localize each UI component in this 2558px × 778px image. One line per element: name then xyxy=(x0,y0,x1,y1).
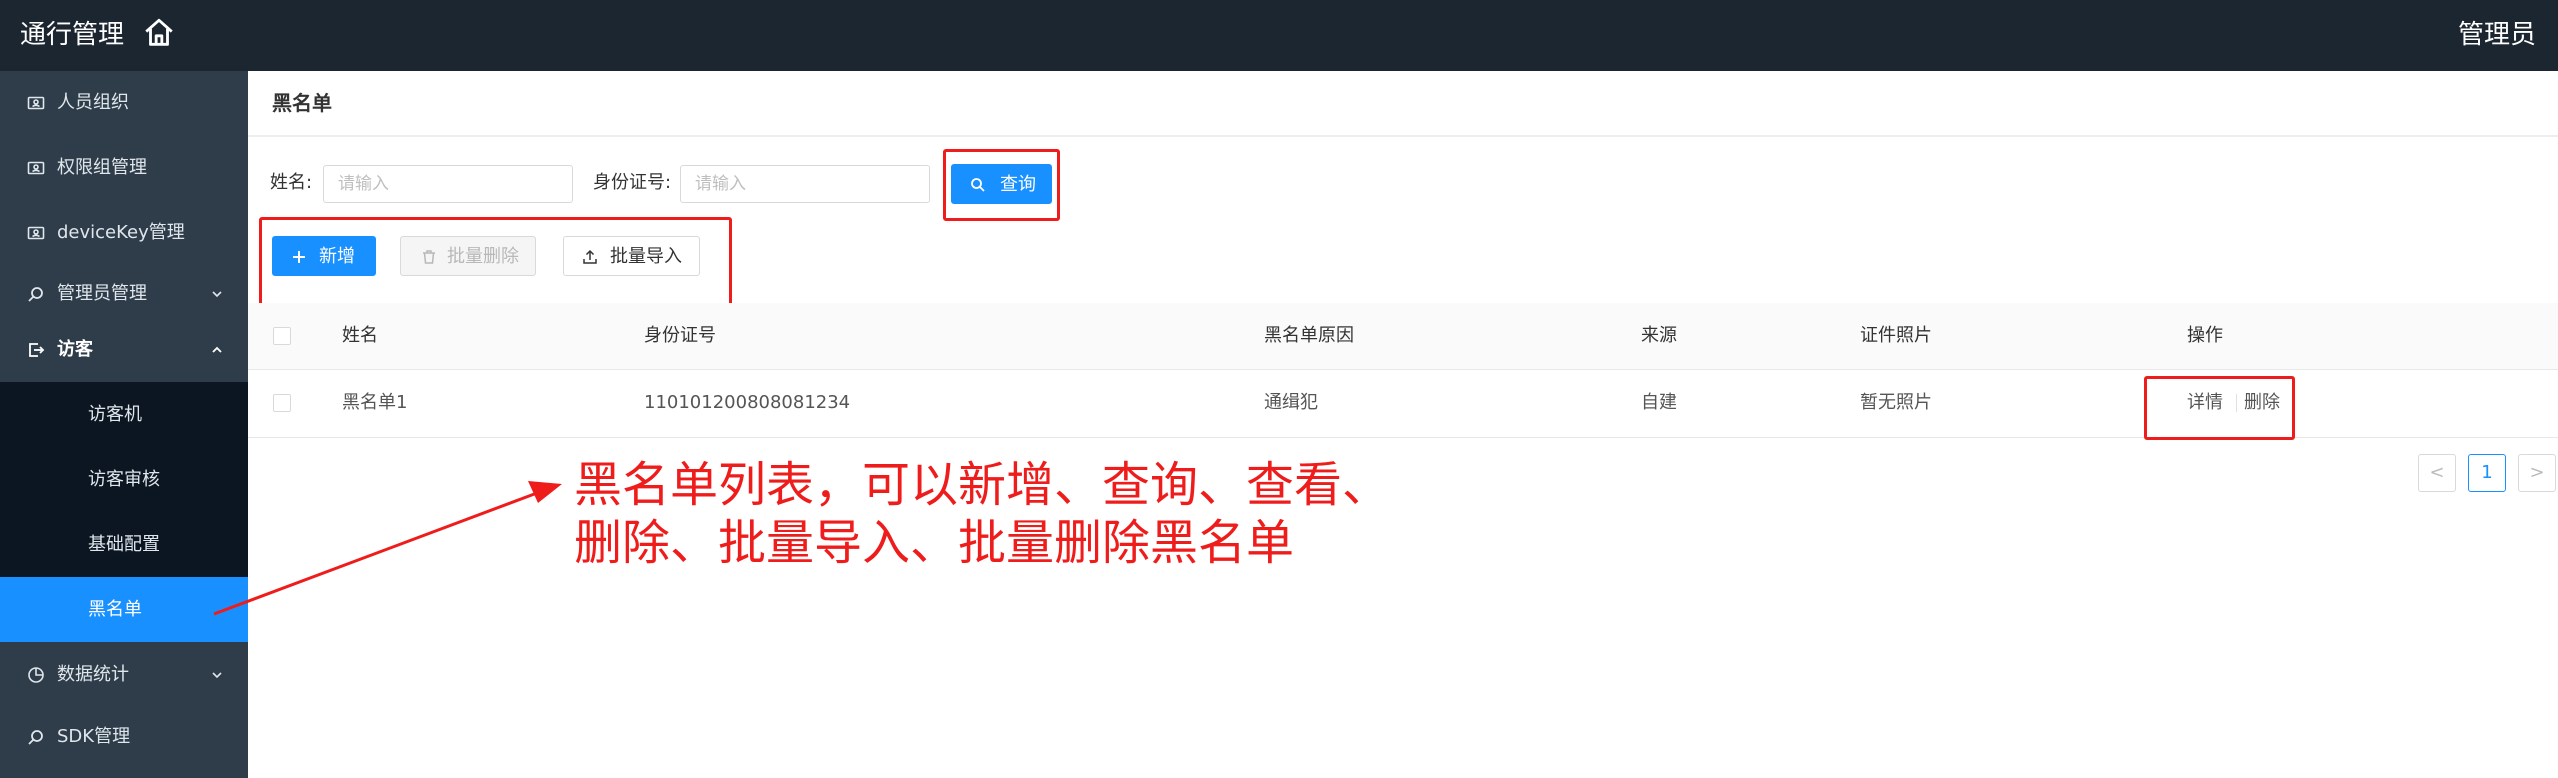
next-page-button[interactable]: > xyxy=(2518,454,2556,492)
id-card-icon xyxy=(27,161,45,175)
pie-chart-icon xyxy=(28,667,44,683)
cell-name: 黑名单1 xyxy=(342,392,408,413)
cell-id-number: 110101200808081234 xyxy=(644,392,851,413)
top-bar: 通行管理 管理员 xyxy=(0,0,2558,71)
sidebar: 人员组织 权限组管理 deviceKey管理 管理员管理 访客 访客机 访客审核… xyxy=(0,71,248,778)
column-header: 身份证号 xyxy=(644,325,716,346)
row-checkbox[interactable] xyxy=(273,394,291,412)
sidebar-item-label: 人员组织 xyxy=(57,92,129,113)
name-label: 姓名: xyxy=(270,172,313,193)
app-title: 通行管理 xyxy=(20,20,125,50)
sidebar-item-admin[interactable]: 管理员管理 xyxy=(0,262,248,326)
logout-icon xyxy=(29,343,45,357)
column-header: 姓名 xyxy=(342,325,378,346)
highlight-box-operations xyxy=(2144,376,2295,440)
chevron-down-icon xyxy=(212,672,222,679)
home-icon[interactable] xyxy=(142,16,176,50)
search-icon xyxy=(28,730,43,745)
select-all-checkbox[interactable] xyxy=(273,327,291,345)
page-title: 黑名单 xyxy=(272,91,332,115)
sidebar-item-permission-group[interactable]: 权限组管理 xyxy=(0,136,248,200)
column-header: 来源 xyxy=(1641,325,1677,346)
id-card-icon xyxy=(27,226,45,240)
annotation-line: 黑名单列表，可以新增、查询、查看、 xyxy=(574,457,1391,513)
sidebar-item-label: SDK管理 xyxy=(57,726,131,747)
id-number-input[interactable] xyxy=(680,165,930,203)
id-card-icon xyxy=(27,96,45,110)
divider xyxy=(248,135,2558,137)
sidebar-item-statistics[interactable]: 数据统计 xyxy=(0,643,248,707)
column-header: 证件照片 xyxy=(1860,325,1932,346)
highlight-box-actions xyxy=(259,217,732,306)
submenu-item-label: 黑名单 xyxy=(88,599,142,620)
visitor-submenu: 访客机 访客审核 基础配置 黑名单 xyxy=(0,382,248,642)
submenu-item-visitor-review[interactable]: 访客审核 xyxy=(0,447,248,512)
main-content: 黑名单 姓名: 身份证号: 查询 新增 批量删除 批量导入 姓名 身份证号 黑名… xyxy=(248,71,2558,778)
sidebar-item-devicekey[interactable]: deviceKey管理 xyxy=(0,201,248,265)
submenu-item-label: 基础配置 xyxy=(88,534,160,555)
page-button-1[interactable]: 1 xyxy=(2468,454,2506,492)
annotation-text: 黑名单列表，可以新增、查询、查看、 删除、批量导入、批量删除黑名单 xyxy=(574,456,1414,572)
prev-page-button[interactable]: < xyxy=(2418,454,2456,492)
chevron-down-icon xyxy=(212,291,222,298)
sidebar-item-visitor[interactable]: 访客 xyxy=(0,318,248,382)
chevron-up-icon xyxy=(212,346,222,353)
highlight-box-query xyxy=(943,149,1060,221)
column-header: 操作 xyxy=(2187,325,2223,346)
sidebar-item-label: deviceKey管理 xyxy=(57,222,185,243)
sidebar-item-label: 权限组管理 xyxy=(57,157,147,178)
submenu-item-blacklist[interactable]: 黑名单 xyxy=(0,577,248,642)
id-number-label: 身份证号: xyxy=(593,172,672,193)
column-header: 黑名单原因 xyxy=(1264,325,1354,346)
table-header: 姓名 身份证号 黑名单原因 来源 证件照片 操作 xyxy=(248,303,2558,370)
submenu-item-visitor-machine[interactable]: 访客机 xyxy=(0,382,248,447)
name-input[interactable] xyxy=(323,165,573,203)
current-user[interactable]: 管理员 xyxy=(2458,0,2536,71)
sidebar-item-sdk[interactable]: SDK管理 xyxy=(0,705,248,769)
cell-source: 自建 xyxy=(1641,392,1677,413)
cell-photo: 暂无照片 xyxy=(1860,392,1932,413)
cell-reason: 通缉犯 xyxy=(1264,392,1318,413)
submenu-item-label: 访客机 xyxy=(88,404,142,425)
search-icon xyxy=(28,287,43,302)
sidebar-item-label: 数据统计 xyxy=(57,664,129,685)
sidebar-item-label: 管理员管理 xyxy=(57,283,147,304)
submenu-item-label: 访客审核 xyxy=(88,469,160,490)
sidebar-item-label: 访客 xyxy=(57,339,93,360)
annotation-line: 删除、批量导入、批量删除黑名单 xyxy=(574,515,1295,571)
sidebar-item-personnel[interactable]: 人员组织 xyxy=(0,71,248,135)
submenu-item-basic-config[interactable]: 基础配置 xyxy=(0,512,248,577)
